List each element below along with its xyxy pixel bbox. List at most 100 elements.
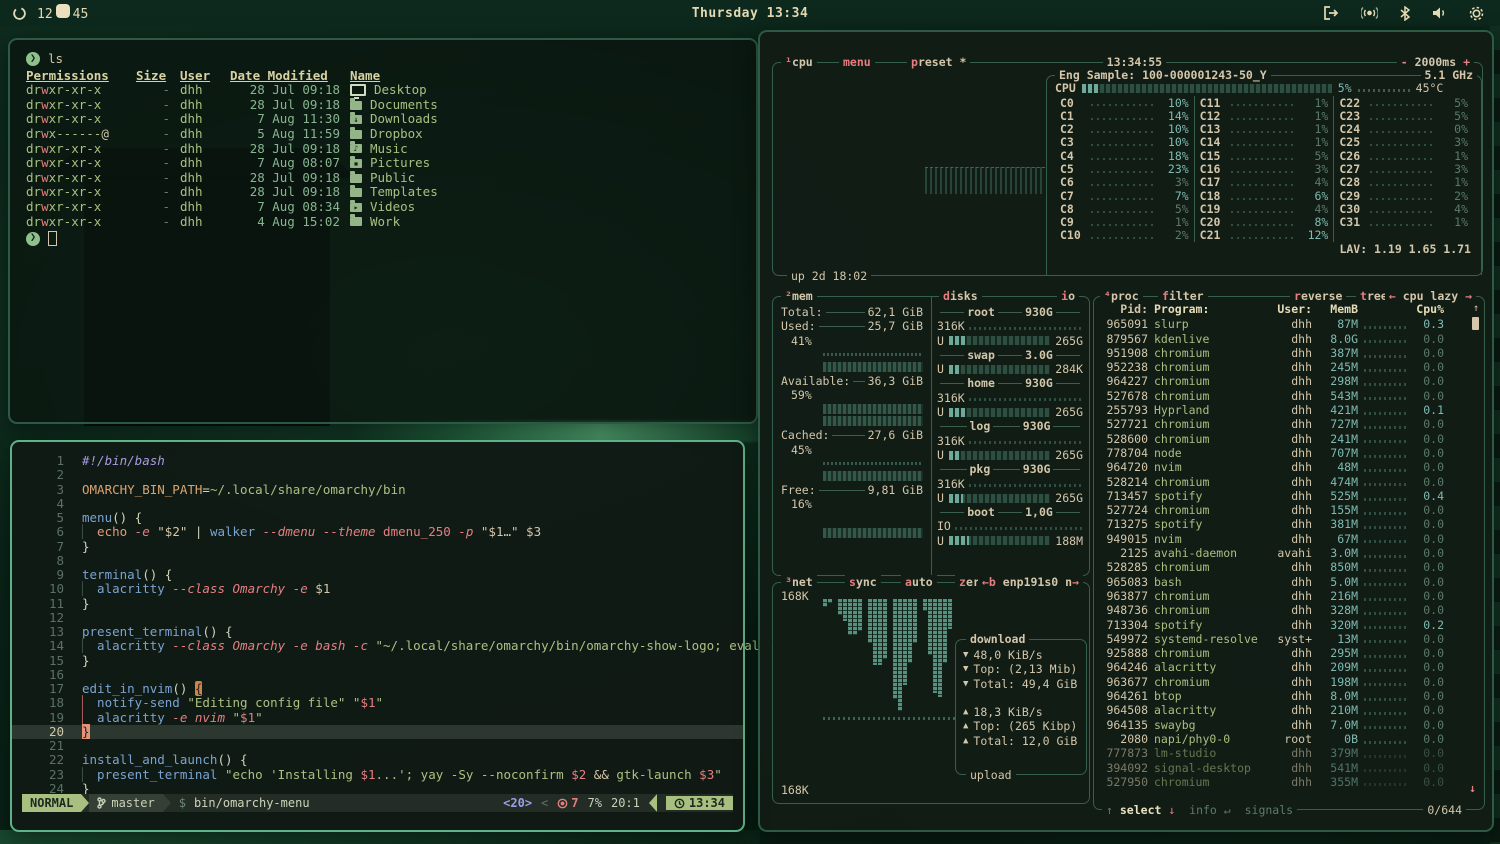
code-line[interactable]: 13present_terminal() { — [12, 625, 743, 639]
cpu-core-row: C225% — [1339, 96, 1468, 109]
process-row[interactable]: 713304spotifydhh320M0.2 — [1094, 618, 1484, 632]
volume-icon[interactable] — [1432, 6, 1447, 20]
file-list-terminal-window[interactable]: ❯ ls PermissionsSizeUserDate ModifiedNam… — [8, 38, 758, 424]
process-row[interactable]: 527724chromiumdhh155M0.0 — [1094, 503, 1484, 517]
name-cell: Documents — [350, 98, 740, 113]
btop-preset-button[interactable]: preset * — [907, 55, 970, 69]
code-line[interactable]: 11} — [12, 597, 743, 611]
net-interface-selector[interactable]: ←b enp191s0 n→ — [978, 575, 1083, 589]
core-name: C29 — [1339, 189, 1365, 203]
mem-graph-dots — [823, 462, 923, 465]
net-auto-button[interactable]: auto — [901, 575, 937, 589]
shell-prompt-line-2[interactable]: ❯ — [26, 231, 740, 246]
code-line[interactable]: 15} — [12, 654, 743, 668]
process-row[interactable]: 527950chromiumdhh355M0.0 — [1094, 775, 1484, 789]
code-line[interactable]: 14▏alacritty --class Omarchy -e bash -c … — [12, 639, 743, 653]
code-line[interactable]: 18▏notify-send "Editing config file" "$1… — [12, 696, 743, 710]
io-mode-button[interactable]: io — [1057, 289, 1079, 303]
line-number: 23 — [12, 768, 82, 782]
process-user: dhh — [1272, 746, 1312, 760]
process-row[interactable]: 528600chromiumdhh241M0.0 — [1094, 432, 1484, 446]
network-icon[interactable] — [1361, 6, 1378, 20]
proc-scroll-down-icon[interactable]: ↓ — [1469, 781, 1476, 795]
process-row[interactable]: 925888chromiumdhh295M0.0 — [1094, 646, 1484, 660]
process-row[interactable]: 777873lm-studiodhh379M0.0 — [1094, 746, 1484, 760]
code-line[interactable]: 23▏present_terminal "echo 'Installing $1… — [12, 768, 743, 782]
bluetooth-icon[interactable] — [1400, 6, 1410, 21]
process-cpu-meter — [1364, 726, 1406, 729]
proc-info-button[interactable]: info — [1189, 803, 1217, 817]
process-row[interactable]: 255793Hyprlanddhh421M0.1 — [1094, 403, 1484, 417]
code-line[interactable]: 6▏echo -e "$2" | walker --dmenu --theme … — [12, 525, 743, 539]
process-user: dhh — [1272, 618, 1312, 632]
nvim-editor-window[interactable]: 1#!/bin/bash23OMARCHY_BIN_PATH=~/.local/… — [10, 440, 745, 832]
code-line[interactable]: 10▏alacritty --class Omarchy -e $1 — [12, 582, 743, 596]
process-row[interactable]: 964135swaybgdhh7.0M0.0 — [1094, 718, 1484, 732]
process-row[interactable]: 964508alacrittydhh210M0.0 — [1094, 703, 1484, 717]
mem-panel-title[interactable]: ²mem — [781, 289, 817, 303]
process-row[interactable]: 963877chromiumdhh216M0.0 — [1094, 589, 1484, 603]
net-panel-title[interactable]: ³net — [781, 575, 817, 589]
process-row[interactable]: 951908chromiumdhh387M0.0 — [1094, 346, 1484, 360]
process-pid: 527950 — [1102, 775, 1148, 789]
process-row[interactable]: 965083bashdhh5.0M0.0 — [1094, 575, 1484, 589]
process-row[interactable]: 949015nvimdhh67M0.0 — [1094, 532, 1484, 546]
proc-sort-selector[interactable]: ← cpu lazy → — [1385, 289, 1476, 303]
code-line[interactable]: 2 — [12, 468, 743, 482]
disks-panel-title[interactable]: disks — [939, 289, 982, 303]
process-row[interactable]: 2080napi/phy0-0root0B0.0 — [1094, 732, 1484, 746]
process-row[interactable]: 965091slurpdhh87M0.3 — [1094, 317, 1484, 331]
process-row[interactable]: 948736chromiumdhh328M0.0 — [1094, 603, 1484, 617]
down-arrow-icon: ▼ — [963, 662, 968, 676]
process-row[interactable]: 964720nvimdhh48M0.0 — [1094, 460, 1484, 474]
code-line[interactable]: 3OMARCHY_BIN_PATH=~/.local/share/omarchy… — [12, 483, 743, 497]
interval-decrease-button[interactable]: - — [1401, 55, 1408, 69]
btop-proc-panel: ⁴proc filter reverse tree ← cpu lazy → P… — [1093, 296, 1485, 810]
code-line[interactable]: 9terminal() { — [12, 568, 743, 582]
code-line[interactable]: 1#!/bin/bash — [12, 454, 743, 468]
proc-panel-title[interactable]: ⁴proc — [1100, 289, 1143, 303]
code-line[interactable]: 22install_and_launch() { — [12, 753, 743, 767]
code-line[interactable]: 8 — [12, 554, 743, 568]
process-cpu-meter — [1364, 498, 1406, 501]
process-row[interactable]: 952238chromiumdhh245M0.0 — [1094, 360, 1484, 374]
proc-filter-button[interactable]: filter — [1158, 289, 1208, 303]
process-row[interactable]: 713457spotifydhh525M0.4 — [1094, 489, 1484, 503]
process-row[interactable]: 778704nodedhh707M0.0 — [1094, 446, 1484, 460]
code-line[interactable]: 4 — [12, 497, 743, 511]
process-row[interactable]: 963677chromiumdhh198M0.0 — [1094, 675, 1484, 689]
proc-scroll-up-icon[interactable]: ↑ — [1473, 302, 1479, 316]
process-row[interactable]: 528285chromiumdhh850M0.0 — [1094, 560, 1484, 574]
code-line[interactable]: 19▏alacritty -e nvim "$1" — [12, 711, 743, 725]
process-row[interactable]: 527678chromiumdhh543M0.0 — [1094, 389, 1484, 403]
proc-signals-button[interactable]: signals — [1245, 803, 1293, 817]
process-row[interactable]: 394092signal-desktopdhh541M0.0 — [1094, 761, 1484, 775]
process-row[interactable]: 964227chromiumdhh298M0.0 — [1094, 374, 1484, 388]
proc-reverse-button[interactable]: reverse — [1290, 289, 1346, 303]
code-line[interactable]: 5menu() { — [12, 511, 743, 525]
process-row[interactable]: 879567kdenlivedhh8.0G0.0 — [1094, 332, 1484, 346]
btop-menu-button[interactable]: menu — [839, 55, 875, 69]
settings-icon[interactable] — [1469, 6, 1484, 21]
process-row[interactable]: 527721chromiumdhh727M0.0 — [1094, 417, 1484, 431]
code-line[interactable]: 7} — [12, 540, 743, 554]
code-line[interactable]: 12 — [12, 611, 743, 625]
process-row[interactable]: 964246alacrittydhh209M0.0 — [1094, 660, 1484, 674]
code-line[interactable]: 20} — [12, 725, 743, 739]
process-row[interactable]: 2125avahi-daemonavahi3.0M0.0 — [1094, 546, 1484, 560]
code-line[interactable]: 16 — [12, 668, 743, 682]
interval-increase-button[interactable]: + — [1463, 55, 1470, 69]
code-line[interactable]: 17edit_in_nvim() { — [12, 682, 743, 696]
process-row[interactable]: 713275spotifydhh381M0.0 — [1094, 517, 1484, 531]
proc-scrollbar-thumb[interactable] — [1472, 317, 1479, 330]
process-row[interactable]: 528214chromiumdhh474M0.0 — [1094, 475, 1484, 489]
code-line[interactable]: 21 — [12, 739, 743, 753]
process-row[interactable]: 964261btopdhh8.0M0.0 — [1094, 689, 1484, 703]
net-sync-button[interactable]: sync — [845, 575, 881, 589]
proc-select-button[interactable]: select — [1120, 803, 1162, 817]
cpu-panel-title[interactable]: ¹cpu — [781, 55, 817, 69]
logout-icon[interactable] — [1323, 6, 1339, 20]
process-mem: 241M — [1318, 432, 1358, 446]
btop-monitor-window[interactable]: ¹cpu menu preset * 13:34:55 - 2000ms + E… — [758, 30, 1494, 832]
process-row[interactable]: 549972systemd-resolvesyst+13M0.0 — [1094, 632, 1484, 646]
